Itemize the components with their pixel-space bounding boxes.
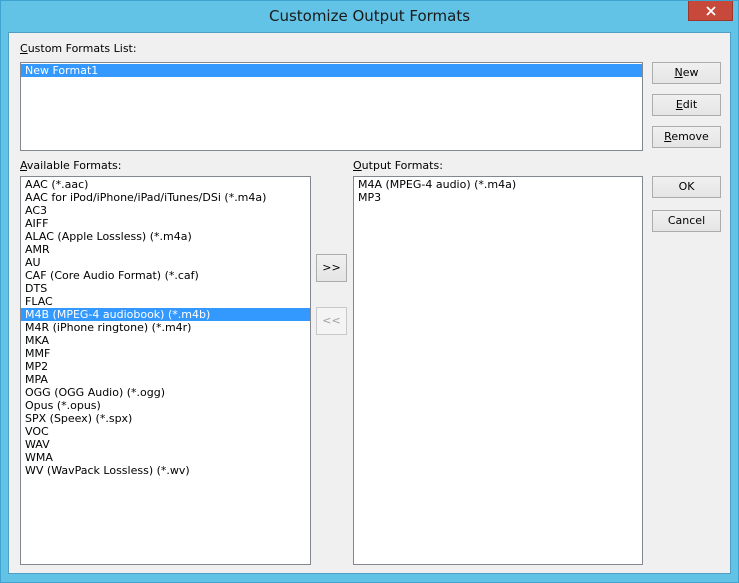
title-bar[interactable]: Customize Output Formats [1,1,738,32]
edit-button[interactable]: Edit [652,94,721,116]
ok-button[interactable]: OK [652,176,721,198]
list-item[interactable]: FLAC [21,295,310,308]
close-button[interactable] [688,1,733,21]
close-icon [705,5,716,16]
list-item[interactable]: VOC [21,425,310,438]
window-title: Customize Output Formats [268,7,471,25]
list-item[interactable]: AAC (*.aac) [21,178,310,191]
list-item[interactable]: M4A (MPEG-4 audio) (*.m4a) [354,178,642,191]
list-item[interactable]: WV (WavPack Lossless) (*.wv) [21,464,310,477]
custom-formats-list[interactable]: New Format1 [20,62,643,151]
list-item[interactable]: OGG (OGG Audio) (*.ogg) [21,386,310,399]
list-item[interactable]: MPA [21,373,310,386]
list-item[interactable]: CAF (Core Audio Format) (*.caf) [21,269,310,282]
list-item[interactable]: AAC for iPod/iPhone/iPad/iTunes/DSi (*.m… [21,191,310,204]
list-item[interactable]: AIFF [21,217,310,230]
available-formats-list[interactable]: AAC (*.aac) AAC for iPod/iPhone/iPad/iTun… [20,176,311,565]
list-item[interactable]: WAV [21,438,310,451]
list-item[interactable]: AU [21,256,310,269]
list-item[interactable]: AMR [21,243,310,256]
list-item[interactable]: M4B (MPEG-4 audiobook) (*.m4b) [21,308,310,321]
list-item[interactable]: MKA [21,334,310,347]
new-button[interactable]: New [652,62,721,84]
custom-formats-label: Custom Formats List: [20,42,137,55]
list-item[interactable]: SPX (Speex) (*.spx) [21,412,310,425]
list-item[interactable]: M4R (iPhone ringtone) (*.m4r) [21,321,310,334]
list-item[interactable]: MMF [21,347,310,360]
list-item[interactable]: MP3 [354,191,642,204]
list-item[interactable]: MP2 [21,360,310,373]
output-formats-label: Output Formats: [353,159,443,172]
available-formats-label: Available Formats: [20,159,122,172]
list-item[interactable]: WMA [21,451,310,464]
dialog-window: Customize Output Formats Custom Formats … [0,0,739,583]
list-item[interactable]: Opus (*.opus) [21,399,310,412]
list-item[interactable]: ALAC (Apple Lossless) (*.m4a) [21,230,310,243]
add-format-button[interactable]: >> [316,254,347,282]
dialog-body: Custom Formats List: New Format1 Availab… [8,32,731,574]
list-item[interactable]: New Format1 [21,64,642,77]
cancel-button[interactable]: Cancel [652,210,721,232]
remove-format-button[interactable]: << [316,307,347,335]
list-item[interactable]: AC3 [21,204,310,217]
remove-button[interactable]: Remove [652,126,721,148]
output-formats-list[interactable]: M4A (MPEG-4 audio) (*.m4a) MP3 [353,176,643,565]
list-item[interactable]: DTS [21,282,310,295]
